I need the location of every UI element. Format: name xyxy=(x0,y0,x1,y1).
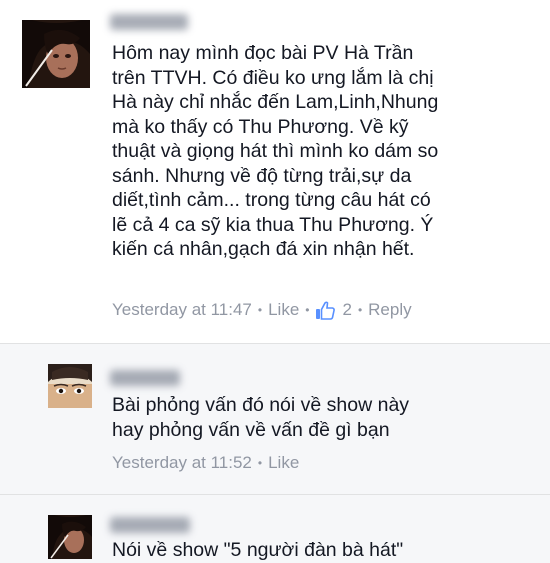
commenter-name-redacted[interactable] xyxy=(110,517,190,533)
reply-comment-2: Nói về show "5 người đàn bà hát" xyxy=(0,494,550,563)
commenter-avatar[interactable] xyxy=(22,20,90,88)
like-link[interactable]: Like xyxy=(268,453,299,473)
reply-comment-1: Bài phỏng vấn đó nói về show này hay phỏ… xyxy=(0,343,550,495)
commenter-name-redacted[interactable] xyxy=(110,370,180,386)
separator-dot: • xyxy=(357,303,363,317)
commenter-avatar[interactable] xyxy=(48,515,92,559)
like-link[interactable]: Like xyxy=(268,300,299,320)
commenter-name-redacted[interactable] xyxy=(110,14,188,30)
avatar-photo xyxy=(48,364,92,408)
comment-timestamp[interactable]: Yesterday at 11:47 xyxy=(112,300,252,320)
separator-dot: • xyxy=(305,303,310,317)
comment-text: Hôm nay mình đọc bài PV Hà Trần trên TTV… xyxy=(112,42,439,260)
separator-dot: • xyxy=(257,303,263,317)
comment-meta: Yesterday at 11:47 • Like • 2 • Reply xyxy=(112,300,412,320)
comment-text: Nói về show "5 người đàn bà hát" xyxy=(112,539,404,561)
like-count[interactable]: 2 xyxy=(342,300,351,320)
comment-text: Bài phỏng vấn đó nói về show này hay phỏ… xyxy=(112,394,410,441)
avatar-photo xyxy=(48,515,92,559)
comment-timestamp[interactable]: Yesterday at 11:52 xyxy=(112,453,252,473)
reply-link[interactable]: Reply xyxy=(368,300,411,320)
comment-meta: Yesterday at 11:52 • Like xyxy=(112,453,299,473)
avatar-photo xyxy=(22,20,90,88)
commenter-avatar[interactable] xyxy=(48,364,92,408)
thumbs-up-icon[interactable] xyxy=(315,300,336,320)
comment-1: Hôm nay mình đọc bài PV Hà Trần trên TTV… xyxy=(0,0,550,343)
separator-dot: • xyxy=(257,456,263,470)
